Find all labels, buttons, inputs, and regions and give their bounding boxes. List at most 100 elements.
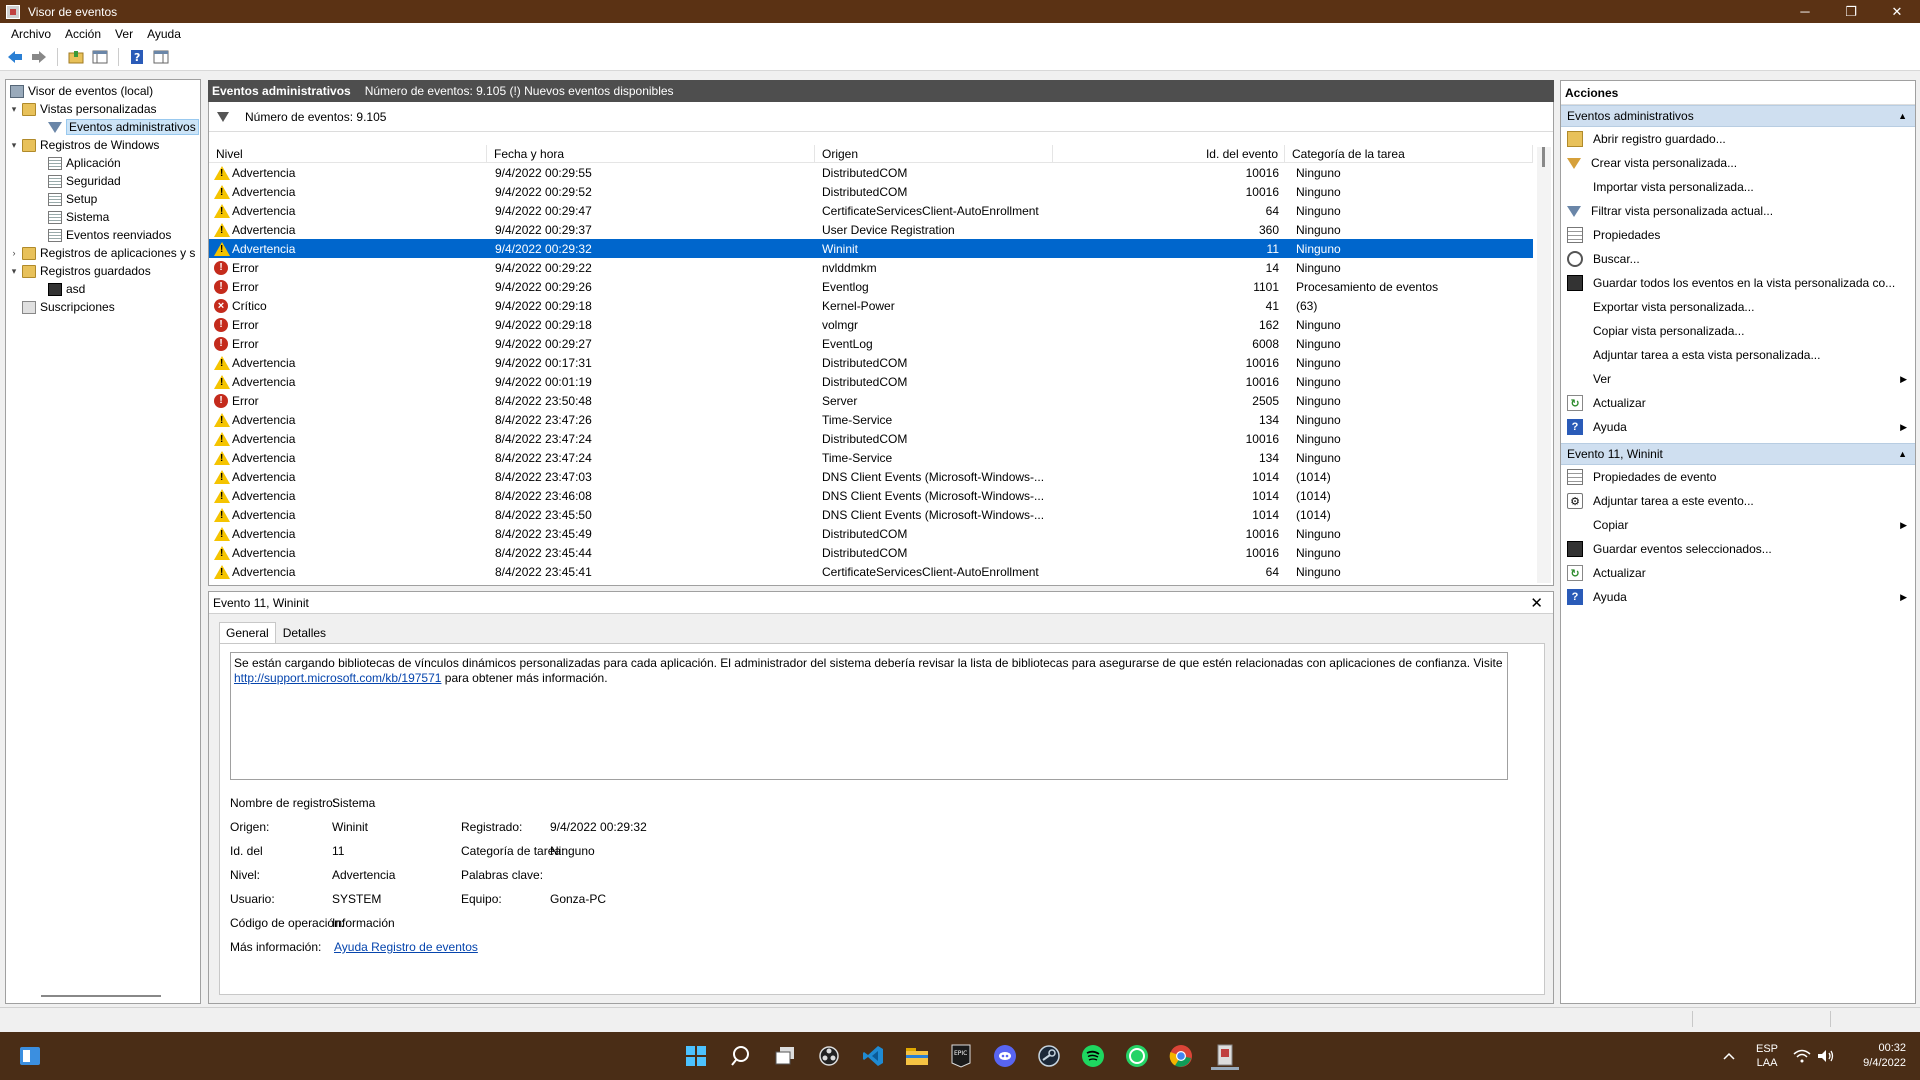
tree-item-saved-logs[interactable]: ▾ Registros guardados: [8, 262, 151, 280]
action-pane-icon[interactable]: [151, 47, 171, 67]
collapse-icon[interactable]: ▾: [8, 140, 20, 151]
menu-accion[interactable]: Acción: [58, 27, 108, 41]
event-row[interactable]: Advertencia 8/4/2022 23:45:50 DNS Client E…: [209, 505, 1533, 524]
action-item[interactable]: Buscar...: [1561, 247, 1915, 271]
tree-item-setup[interactable]: Setup: [46, 190, 97, 208]
event-row[interactable]: Advertencia 9/4/2022 00:17:31 DistributedC…: [209, 353, 1533, 372]
close-button[interactable]: ✕: [1874, 0, 1920, 23]
input-language[interactable]: ESP LAA: [1756, 1032, 1778, 1080]
tree-item-admin-events[interactable]: Eventos administrativos: [46, 118, 199, 136]
obs-icon[interactable]: [815, 1042, 843, 1070]
action-item[interactable]: Guardar todos los eventos en la vista pe…: [1561, 271, 1915, 295]
vertical-scrollbar[interactable]: [1537, 147, 1551, 583]
tab-detalles[interactable]: Detalles: [276, 622, 333, 644]
clock[interactable]: 00:32 9/4/2022: [1850, 1032, 1906, 1080]
more-info-link[interactable]: Ayuda Registro de eventos: [334, 940, 478, 954]
event-row[interactable]: Advertencia 8/4/2022 23:47:24 Time-Service…: [209, 448, 1533, 467]
collapse-icon[interactable]: ▾: [8, 266, 20, 277]
menu-ver[interactable]: Ver: [108, 27, 140, 41]
event-row[interactable]: ! Error 9/4/2022 00:29:26 Eventlog 1101 Proce…: [209, 277, 1533, 296]
file-explorer-icon[interactable]: [903, 1042, 931, 1070]
collapse-up-icon[interactable]: ▲: [1898, 111, 1907, 121]
spotify-icon[interactable]: [1079, 1042, 1107, 1070]
event-row[interactable]: ! Error 9/4/2022 00:29:18 volmgr 162 Ninguno: [209, 315, 1533, 334]
expand-icon[interactable]: ›: [8, 248, 20, 258]
event-row[interactable]: Advertencia 9/4/2022 00:29:32 Wininit 11 Nin…: [209, 239, 1533, 258]
action-item[interactable]: Importar vista personalizada...: [1561, 175, 1915, 199]
action-item[interactable]: Filtrar vista personalizada actual...: [1561, 199, 1915, 223]
tree-item-windows-logs[interactable]: ▾ Registros de Windows: [8, 136, 160, 154]
action-item[interactable]: Exportar vista personalizada...: [1561, 295, 1915, 319]
action-item[interactable]: Abrir registro guardado...: [1561, 127, 1915, 151]
event-row[interactable]: Advertencia 9/4/2022 00:29:52 DistributedC…: [209, 182, 1533, 201]
menu-ayuda[interactable]: Ayuda: [140, 27, 188, 41]
tree-item-root[interactable]: Visor de eventos (local): [8, 82, 153, 100]
action-item[interactable]: Propiedades de evento: [1561, 465, 1915, 489]
tree-item-asd[interactable]: asd: [46, 280, 85, 298]
back-arrow-icon[interactable]: [5, 47, 25, 67]
task-view-icon[interactable]: [771, 1042, 799, 1070]
action-item[interactable]: ↻ Actualizar: [1561, 391, 1915, 415]
event-viewer-taskbar-icon[interactable]: [1211, 1042, 1239, 1070]
event-row[interactable]: Advertencia 8/4/2022 23:47:03 DNS Client E…: [209, 467, 1533, 486]
start-icon[interactable]: [682, 1042, 710, 1070]
event-row[interactable]: Advertencia 9/4/2022 00:29:47 CertificateS…: [209, 201, 1533, 220]
event-row[interactable]: Advertencia 8/4/2022 23:47:24 DistributedC…: [209, 429, 1533, 448]
vscode-icon[interactable]: [859, 1042, 887, 1070]
actions-section-admin-events[interactable]: Eventos administrativos ▲: [1561, 105, 1915, 127]
help-icon[interactable]: ?: [127, 47, 147, 67]
collapse-up-icon[interactable]: ▲: [1898, 449, 1907, 459]
open-folder-icon[interactable]: [66, 47, 86, 67]
event-row[interactable]: ! Error 9/4/2022 00:29:27 EventLog 6008 Ningu…: [209, 334, 1533, 353]
action-item[interactable]: ? Ayuda ▶: [1561, 415, 1915, 439]
close-icon[interactable]: ✕: [1530, 594, 1543, 612]
widgets-icon[interactable]: [16, 1042, 44, 1070]
restore-button[interactable]: ❐: [1828, 0, 1874, 23]
tab-general[interactable]: General: [219, 622, 276, 644]
action-item[interactable]: ? Ayuda ▶: [1561, 585, 1915, 609]
tray-overflow-icon[interactable]: [1722, 1032, 1736, 1080]
actions-section-event[interactable]: Evento 11, Wininit ▲: [1561, 443, 1915, 465]
event-row[interactable]: Advertencia 9/4/2022 00:29:55 DistributedC…: [209, 163, 1533, 182]
horizontal-scrollbar[interactable]: [41, 995, 161, 997]
action-item[interactable]: Copiar ▶: [1561, 513, 1915, 537]
steam-icon[interactable]: [1035, 1042, 1063, 1070]
tree-item-subscriptions[interactable]: Suscripciones: [20, 298, 115, 316]
tree-item-sistema[interactable]: Sistema: [46, 208, 109, 226]
event-row[interactable]: ! Error 9/4/2022 00:29:22 nvlddmkm 14 Ninguno: [209, 258, 1533, 277]
action-item[interactable]: Ver ▶: [1561, 367, 1915, 391]
event-row[interactable]: Advertencia 8/4/2022 23:45:41 CertificateS…: [209, 562, 1533, 581]
column-header-fecha[interactable]: Fecha y hora: [487, 145, 815, 162]
minimize-button[interactable]: ─: [1782, 0, 1828, 23]
event-row[interactable]: × Crítico 9/4/2022 00:29:18 Kernel-Power 41 (…: [209, 296, 1533, 315]
console-tree-icon[interactable]: [90, 47, 110, 67]
column-header-id[interactable]: Id. del evento: [1053, 145, 1285, 162]
tree-item-forwarded[interactable]: Eventos reenviados: [46, 226, 171, 244]
menu-archivo[interactable]: Archivo: [4, 27, 58, 41]
column-header-categoria[interactable]: Categoría de la tarea: [1285, 145, 1533, 162]
event-row[interactable]: Advertencia 8/4/2022 23:45:44 DistributedC…: [209, 543, 1533, 562]
chrome-icon[interactable]: [1167, 1042, 1195, 1070]
system-tray-icons[interactable]: [1793, 1032, 1835, 1080]
action-item[interactable]: Copiar vista personalizada...: [1561, 319, 1915, 343]
event-row[interactable]: Advertencia 8/4/2022 23:45:49 DistributedC…: [209, 524, 1533, 543]
event-row[interactable]: Advertencia 9/4/2022 00:01:19 DistributedC…: [209, 372, 1533, 391]
action-item[interactable]: Propiedades: [1561, 223, 1915, 247]
discord-icon[interactable]: [991, 1042, 1019, 1070]
scrollbar-thumb[interactable]: [1542, 147, 1545, 167]
tree-item-app-service-logs[interactable]: › Registros de aplicaciones y s: [8, 244, 196, 262]
search-icon[interactable]: [727, 1042, 755, 1070]
forward-arrow-icon[interactable]: [29, 47, 49, 67]
column-header-origen[interactable]: Origen: [815, 145, 1053, 162]
action-item[interactable]: ⚙ Adjuntar tarea a este evento...: [1561, 489, 1915, 513]
event-row[interactable]: Advertencia 8/4/2022 23:47:26 Time-Service…: [209, 410, 1533, 429]
event-row[interactable]: ! Error 8/4/2022 23:50:48 Server 2505 Ninguno: [209, 391, 1533, 410]
action-item[interactable]: Crear vista personalizada...: [1561, 151, 1915, 175]
event-row[interactable]: Advertencia 8/4/2022 23:46:08 DNS Client E…: [209, 486, 1533, 505]
whatsapp-icon[interactable]: [1123, 1042, 1151, 1070]
tree-item-custom-views[interactable]: ▾ Vistas personalizadas: [8, 100, 157, 118]
event-row[interactable]: Advertencia 9/4/2022 00:29:37 User Device …: [209, 220, 1533, 239]
support-link[interactable]: http://support.microsoft.com/kb/197571: [234, 671, 441, 685]
tree-item-aplicacion[interactable]: Aplicación: [46, 154, 121, 172]
action-item[interactable]: ↻ Actualizar: [1561, 561, 1915, 585]
